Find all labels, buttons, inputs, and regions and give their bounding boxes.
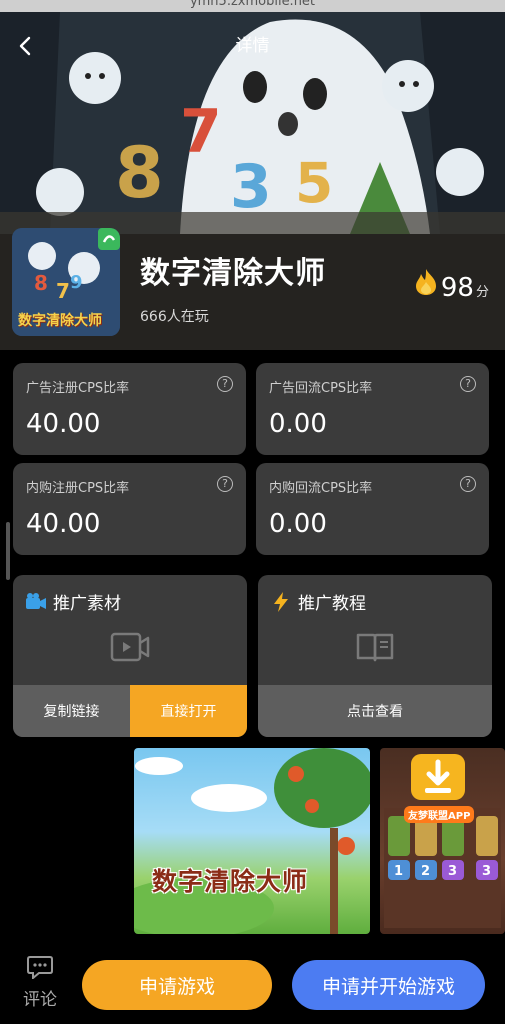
svg-text:1: 1 [394,864,403,879]
rate-card-ad-return: 广告回流CPS比率 ? 0.00 [256,363,489,455]
svg-text:7: 7 [56,279,70,303]
svg-text:9: 9 [70,272,83,293]
comment-button[interactable]: 评论 [16,955,64,1015]
screenshot-1-art [134,748,370,934]
svg-text:3: 3 [448,864,457,879]
screenshot-1-title: 数字清除大师 [152,867,309,896]
svg-text:3: 3 [482,864,491,879]
score-value: 98 [440,273,474,303]
top-nav-bar: 详情 [0,34,505,74]
lightning-icon [274,591,288,612]
rate-card-iap-register: 内购注册CPS比率 ? 40.00 [13,463,246,555]
download-app-badge[interactable]: 友梦联盟APP [404,806,475,823]
promo-material-title: 推广素材 [53,594,121,614]
scroll-indicator[interactable] [6,522,10,580]
promo-material-header: 推广素材 [25,589,121,614]
help-icon[interactable]: ? [217,376,233,392]
game-info-panel: 8 7 9 数字清除大师 数字清除大师 666人在玩 98 分 [0,228,505,350]
video-placeholder-icon [110,632,150,662]
url-text: ymh5.zxmobile.net [189,0,316,9]
help-icon[interactable]: ? [460,476,476,492]
comment-icon [27,956,53,981]
game-icon-label: 数字清除大师 [18,313,102,329]
view-tutorial-button[interactable]: 点击查看 [258,685,492,737]
svg-text:8: 8 [115,132,164,214]
rate-value: 40.00 [26,409,101,439]
game-name: 数字清除大师 [140,256,326,291]
rate-label: 广告回流CPS比率 [269,381,373,396]
rate-label: 内购回流CPS比率 [269,481,373,496]
rate-value: 0.00 [269,409,327,439]
copy-link-button[interactable]: 复制链接 [13,685,130,737]
rate-label: 内购注册CPS比率 [26,481,130,496]
page-title: 详情 [235,36,270,56]
svg-text:7: 7 [180,97,222,167]
help-icon[interactable]: ? [217,476,233,492]
rate-value: 0.00 [269,509,327,539]
apply-and-start-button[interactable]: 申请并开始游戏 [292,960,485,1010]
game-score: 98 分 [415,268,489,303]
flame-icon [415,269,436,295]
rate-card-ad-register: 广告注册CPS比率 ? 40.00 [13,363,246,455]
svg-text:2: 2 [421,864,430,879]
browser-url-bar: ymh5.zxmobile.net [0,0,505,12]
apply-game-button[interactable]: 申请游戏 [82,960,272,1010]
rate-label: 广告注册CPS比率 [26,381,130,396]
game-screenshot-1[interactable]: 数字清除大师 [134,748,370,934]
game-icon[interactable]: 8 7 9 数字清除大师 [12,228,120,336]
svg-text:5: 5 [295,151,333,215]
player-count: 666人在玩 [140,309,209,325]
svg-text:8: 8 [34,271,48,295]
video-camera-icon [26,592,46,609]
rate-card-iap-return: 内购回流CPS比率 ? 0.00 [256,463,489,555]
help-icon[interactable]: ? [460,376,476,392]
svg-text:3: 3 [230,152,272,222]
score-unit: 分 [475,285,489,300]
promo-tutorial-card: 推广教程 点击查看 [258,575,492,737]
rate-value: 40.00 [26,509,101,539]
book-icon [356,633,394,662]
promo-material-card: 推广素材 复制链接 直接打开 [13,575,247,737]
download-icon[interactable] [405,752,471,802]
promo-tutorial-title: 推广教程 [298,594,366,614]
comment-label: 评论 [23,990,57,1010]
open-directly-button[interactable]: 直接打开 [130,685,247,737]
promo-tutorial-header: 推广教程 [270,589,366,614]
hero-banner: 8 7 3 5 详情 [0,12,505,234]
